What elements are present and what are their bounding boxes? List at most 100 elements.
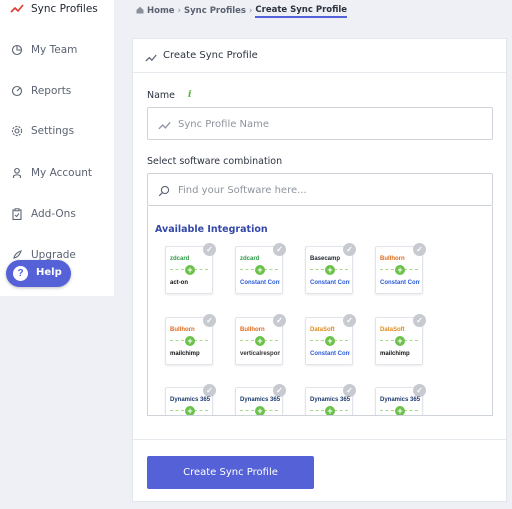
- software-combination-label: Select software combination: [147, 156, 283, 167]
- breadcrumb: Home › Sync Profiles › Create Sync Profi…: [136, 4, 348, 18]
- integration-tile[interactable]: ✓zdcard+Constant Contact: [235, 243, 286, 294]
- question-icon: ?: [13, 266, 28, 281]
- integration-tile[interactable]: ✓Basecamp+Constant Contact: [305, 243, 356, 294]
- help-label: Help: [36, 267, 62, 278]
- sidebar-item-reports[interactable]: Reports: [0, 74, 114, 108]
- sidebar-item-label: Reports: [31, 85, 72, 97]
- software-search-field[interactable]: [147, 173, 493, 206]
- integration-tile[interactable]: ✓DataSoft+Constant Contact: [305, 314, 356, 365]
- source-logo: DataSoft: [310, 327, 335, 333]
- connector-line: [334, 269, 348, 270]
- home-icon: [136, 6, 144, 17]
- connector-line: [264, 410, 278, 411]
- integration-tile[interactable]: ✓ Dynamics 365 +: [235, 384, 286, 415]
- name-label: Name: [147, 90, 176, 101]
- connector-line: [380, 269, 394, 270]
- integration-tile[interactable]: ✓ Dynamics 365 +: [305, 384, 356, 415]
- source-logo: Bullhorn: [170, 327, 195, 333]
- source-logo: Dynamics 365: [240, 397, 280, 403]
- integration-list: Available Integration ✓ zdcard + act-on ✓ zdc…: [147, 206, 493, 416]
- connector-line: [334, 340, 348, 341]
- connector-line: [310, 410, 324, 411]
- sidebar-item-label: Sync Profiles: [31, 3, 98, 15]
- target-logo: verticalresponse: [240, 351, 280, 357]
- plus-icon: +: [395, 406, 405, 415]
- plus-icon: +: [325, 336, 335, 346]
- breadcrumb-current: Create Sync Profile: [255, 5, 348, 18]
- user-icon: [10, 166, 24, 180]
- create-sync-profile-button[interactable]: Create Sync Profile: [147, 456, 314, 489]
- source-logo: Basecamp: [310, 256, 341, 262]
- search-icon: [158, 184, 170, 202]
- trend-line-icon: [158, 118, 171, 136]
- connector-line: [240, 340, 254, 341]
- software-search-input[interactable]: [178, 180, 478, 200]
- connector-line: [170, 340, 184, 341]
- info-icon[interactable]: i: [188, 90, 191, 100]
- connector-line: [404, 410, 418, 411]
- connector-line: [380, 340, 394, 341]
- target-logo: Constant Contact: [310, 351, 350, 357]
- source-logo: zdcard: [170, 256, 190, 262]
- target-logo: mailchimp: [380, 351, 410, 357]
- plus-icon: +: [255, 406, 265, 415]
- plus-icon: +: [395, 336, 405, 346]
- gear-icon: [10, 124, 24, 138]
- connector-line: [194, 269, 208, 270]
- clipboard-icon: [10, 207, 24, 221]
- breadcrumb-home[interactable]: Home: [147, 6, 175, 16]
- integration-tile[interactable]: ✓ zdcard + act-on: [165, 243, 216, 294]
- integration-tile[interactable]: ✓ Dynamics 365 +: [375, 384, 426, 415]
- sidebar-item-add-ons[interactable]: Add-Ons: [0, 197, 114, 231]
- breadcrumb-separator: ›: [177, 6, 181, 16]
- sidebar-item-label: Settings: [31, 125, 75, 137]
- card-title: Create Sync Profile: [163, 50, 258, 61]
- sidebar-item-label: My Account: [31, 167, 93, 179]
- plus-icon: +: [395, 265, 405, 275]
- integration-tile[interactable]: ✓Bullhorn+Constant Contact: [375, 243, 426, 294]
- sidebar: Sync Profiles My Team Reports Settings M…: [0, 0, 114, 296]
- card-divider: [133, 439, 506, 440]
- integration-tile[interactable]: ✓ DataSoft + mailchimp: [375, 314, 426, 365]
- trend-line-icon: [145, 50, 157, 68]
- plus-icon: +: [325, 406, 335, 415]
- target-logo: Constant Contact: [240, 280, 280, 286]
- source-logo: Dynamics 365: [380, 397, 420, 403]
- sidebar-item-my-team[interactable]: My Team: [0, 33, 114, 67]
- plus-icon: +: [185, 406, 195, 415]
- source-logo: Dynamics 365: [170, 397, 210, 403]
- breadcrumb-sync-profiles[interactable]: Sync Profiles: [184, 6, 246, 16]
- connector-line: [194, 410, 208, 411]
- integration-tile[interactable]: ✓ Dynamics 365 +: [165, 384, 216, 415]
- integration-tile[interactable]: ✓Bullhorn+verticalresponse: [235, 314, 286, 365]
- plus-icon: +: [255, 265, 265, 275]
- connector-line: [310, 269, 324, 270]
- sync-profile-name-input[interactable]: [178, 114, 478, 134]
- sync-profile-name-field[interactable]: [147, 107, 493, 140]
- connector-line: [264, 340, 278, 341]
- source-logo: zdcard: [240, 256, 260, 262]
- connector-line: [334, 410, 348, 411]
- source-logo: Bullhorn: [240, 327, 265, 333]
- create-sync-profile-card: Create Sync Profile Name i Select softwa…: [132, 38, 507, 502]
- source-logo: Dynamics 365: [310, 397, 350, 403]
- connector-line: [404, 340, 418, 341]
- sidebar-item-sync-profiles[interactable]: Sync Profiles: [0, 0, 114, 26]
- pie-chart-icon: [10, 43, 24, 57]
- source-logo: Bullhorn: [380, 256, 405, 262]
- target-logo: Constant Contact: [310, 280, 350, 286]
- plus-icon: +: [185, 265, 195, 275]
- target-logo: Constant Contact: [380, 280, 420, 286]
- help-button[interactable]: ? Help: [6, 260, 71, 287]
- sidebar-item-label: My Team: [31, 44, 78, 56]
- trend-line-icon: [10, 2, 24, 16]
- breadcrumb-separator: ›: [249, 6, 253, 16]
- connector-line: [240, 269, 254, 270]
- available-integration-heading: Available Integration: [155, 224, 268, 235]
- sidebar-item-my-account[interactable]: My Account: [0, 156, 114, 190]
- sidebar-item-settings[interactable]: Settings: [0, 114, 114, 148]
- connector-line: [170, 410, 184, 411]
- integration-tile[interactable]: ✓ Bullhorn + mailchimp: [165, 314, 216, 365]
- plus-icon: +: [255, 336, 265, 346]
- target-logo: mailchimp: [170, 351, 200, 357]
